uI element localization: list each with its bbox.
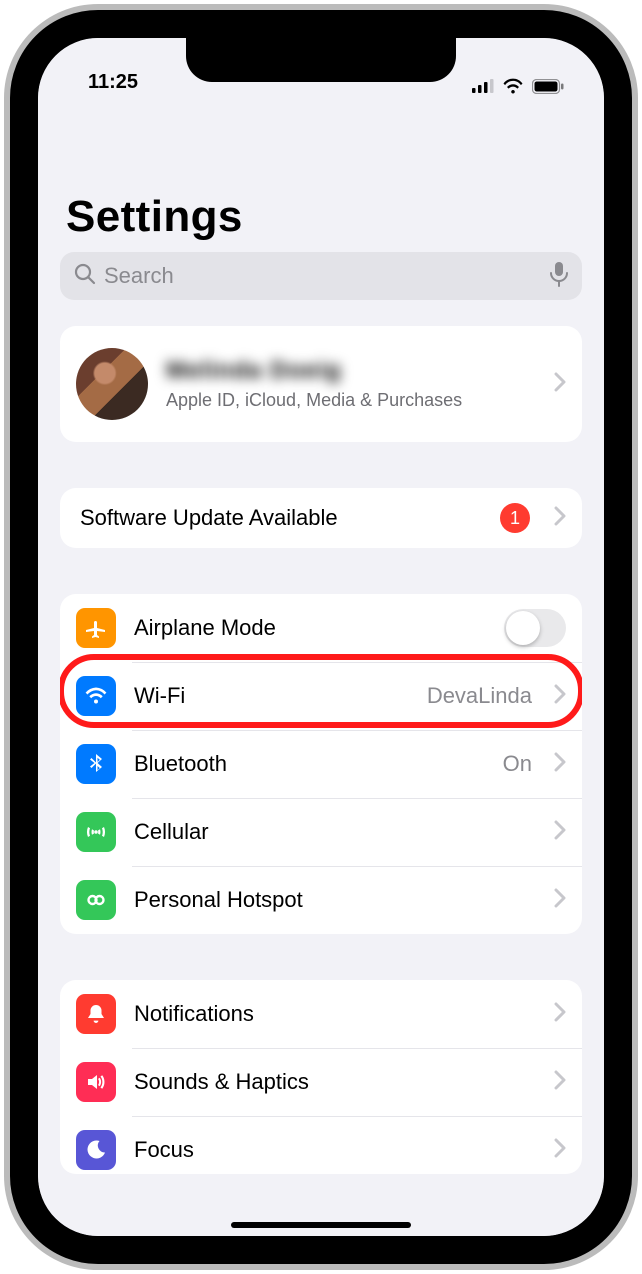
status-right — [472, 78, 570, 94]
sounds-label: Sounds & Haptics — [134, 1069, 536, 1095]
chevron-right-icon — [554, 752, 566, 777]
cellular-label: Cellular — [134, 819, 536, 845]
chevron-right-icon — [554, 684, 566, 709]
page-title: Settings — [66, 192, 582, 242]
bluetooth-row[interactable]: Bluetooth On — [60, 730, 582, 798]
iphone-frame: 11:25 Settings Search — [10, 10, 632, 1264]
wifi-status-icon — [502, 78, 524, 94]
hotspot-icon — [76, 880, 116, 920]
account-card: Melinda Doeig Apple ID, iCloud, Media & … — [60, 326, 582, 442]
chevron-right-icon — [554, 820, 566, 845]
battery-icon — [532, 79, 564, 94]
alerts-card: Notifications Sounds & Haptics — [60, 980, 582, 1174]
software-update-label: Software Update Available — [80, 505, 482, 531]
notifications-icon — [76, 994, 116, 1034]
bluetooth-label: Bluetooth — [134, 751, 485, 777]
sounds-row[interactable]: Sounds & Haptics — [60, 1048, 582, 1116]
focus-label: Focus — [134, 1137, 536, 1163]
chevron-right-icon — [554, 888, 566, 913]
update-badge: 1 — [500, 503, 530, 533]
cellular-row[interactable]: Cellular — [60, 798, 582, 866]
software-update-card: Software Update Available 1 — [60, 488, 582, 548]
chevron-right-icon — [554, 372, 566, 397]
bluetooth-icon — [76, 744, 116, 784]
screen: 11:25 Settings Search — [38, 38, 604, 1236]
focus-row[interactable]: Focus — [60, 1116, 582, 1174]
airplane-icon — [76, 608, 116, 648]
status-time: 11:25 — [72, 71, 138, 94]
cellular-icon — [76, 812, 116, 852]
sounds-icon — [76, 1062, 116, 1102]
focus-icon — [76, 1130, 116, 1170]
wifi-row[interactable]: Wi-Fi DevaLinda — [60, 662, 582, 730]
notifications-row[interactable]: Notifications — [60, 980, 582, 1048]
dictate-icon[interactable] — [550, 261, 568, 292]
hotspot-label: Personal Hotspot — [134, 887, 536, 913]
search-placeholder: Search — [104, 263, 542, 289]
wifi-icon — [76, 676, 116, 716]
wifi-label: Wi-Fi — [134, 683, 409, 709]
account-subtitle: Apple ID, iCloud, Media & Purchases — [166, 389, 466, 412]
settings-scroll[interactable]: Settings Search Melinda Doeig Apple ID, … — [38, 192, 604, 1174]
software-update-row[interactable]: Software Update Available 1 — [60, 488, 582, 548]
search-icon — [74, 263, 96, 290]
airplane-mode-label: Airplane Mode — [134, 615, 486, 641]
wifi-value: DevaLinda — [427, 683, 532, 709]
chevron-right-icon — [554, 506, 566, 531]
notch — [186, 38, 456, 82]
hotspot-row[interactable]: Personal Hotspot — [60, 866, 582, 934]
airplane-mode-toggle[interactable] — [504, 609, 566, 647]
chevron-right-icon — [554, 1002, 566, 1027]
avatar — [76, 348, 148, 420]
airplane-mode-row[interactable]: Airplane Mode — [60, 594, 582, 662]
cellular-signal-icon — [472, 79, 494, 93]
apple-id-row[interactable]: Melinda Doeig Apple ID, iCloud, Media & … — [60, 326, 582, 442]
account-name: Melinda Doeig — [166, 357, 536, 385]
search-field[interactable]: Search — [60, 252, 582, 300]
notifications-label: Notifications — [134, 1001, 536, 1027]
home-indicator[interactable] — [231, 1222, 411, 1228]
chevron-right-icon — [554, 1070, 566, 1095]
chevron-right-icon — [554, 1138, 566, 1163]
bluetooth-value: On — [503, 751, 532, 777]
connectivity-card: Airplane Mode Wi-Fi DevaLinda — [60, 594, 582, 934]
